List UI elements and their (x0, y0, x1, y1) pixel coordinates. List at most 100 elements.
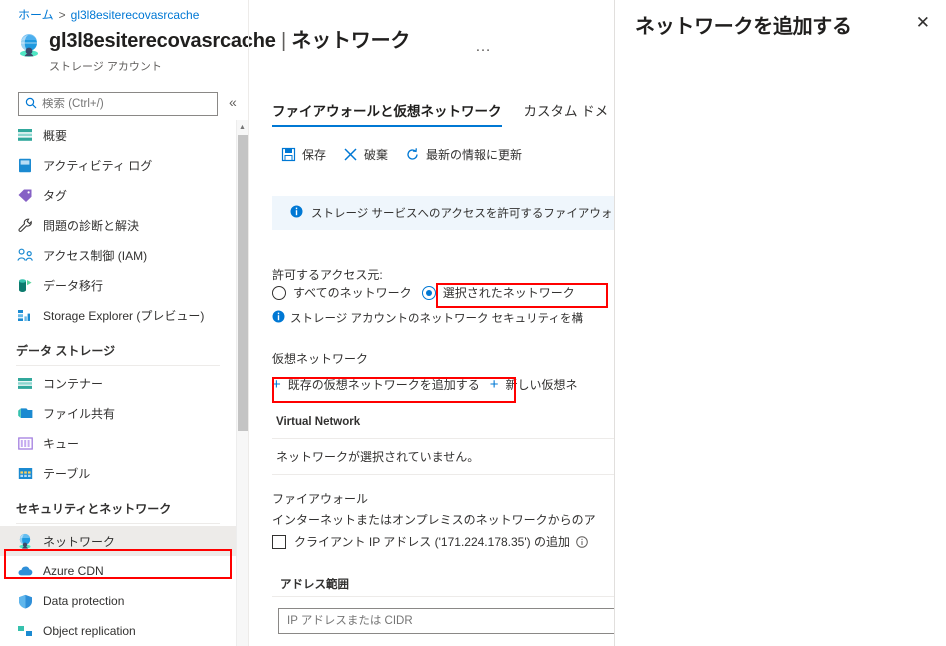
radio-circle-icon (272, 285, 286, 300)
sidebar-item-object-replication[interactable]: Object replication (0, 616, 236, 646)
sidebar-item-activity-log[interactable]: アクティビティ ログ (0, 150, 236, 180)
sidebar-item-label: Azure CDN (43, 564, 104, 578)
sidebar-item-data-migration[interactable]: データ移行 (0, 270, 236, 300)
table-empty-row: ネットワークが選択されていません。 (272, 439, 614, 475)
sidebar-item-shield[interactable]: Data protection (0, 586, 236, 616)
radio-selected-networks[interactable]: 選択されたネットワーク (421, 284, 575, 301)
sidebar-item-label: アクティビティ ログ (43, 158, 153, 173)
client-ip-checkbox-label: クライアント IP アドレス ('171.224.178.35') の追加 (294, 535, 570, 549)
sidebar-item-container[interactable]: コンテナー (0, 368, 236, 398)
access-control-icon (16, 247, 34, 263)
sidebar-group-header: セキュリティとネットワーク (16, 502, 172, 516)
scroll-up-arrow-icon[interactable]: ▲ (237, 120, 248, 134)
tab-custom-domain[interactable]: カスタム ドメ (524, 100, 609, 127)
activity-log-icon (16, 157, 34, 173)
column-header-virtual-network: Virtual Network (276, 416, 361, 428)
sidebar-item-access-control[interactable]: アクセス制御 (IAM) (0, 240, 236, 270)
nav-separator (248, 0, 249, 646)
object-replication-icon (16, 623, 34, 639)
data-migration-icon (16, 277, 34, 293)
breadcrumb-home-link[interactable]: ホーム (18, 8, 54, 22)
sidebar-item-queue[interactable]: キュー (0, 428, 236, 458)
sidebar-item-file-share[interactable]: ファイル共有 (0, 398, 236, 428)
radio-all-networks[interactable]: すべてのネットワーク (272, 284, 412, 301)
sidebar-scrollbar-thumb[interactable] (238, 135, 248, 431)
plus-icon: + (489, 376, 499, 393)
sidebar-item-label: コンテナー (43, 376, 104, 391)
sidebar-item-tag[interactable]: タグ (0, 180, 236, 210)
sidebar-item-cloud[interactable]: Azure CDN (0, 556, 236, 586)
firewall-section-label: ファイアウォール (272, 492, 369, 506)
virtual-network-section-label: 仮想ネットワーク (272, 352, 369, 366)
sidebar-item-label: Storage Explorer (プレビュー) (43, 308, 205, 323)
table-icon (16, 465, 34, 481)
sidebar-group-header: データ ストレージ (16, 344, 116, 358)
add-existing-virtual-network-button[interactable]: + 既存の仮想ネットワークを追加する (272, 376, 480, 393)
breadcrumb-resource-link[interactable]: gl3l8esiterecovasrcache (71, 8, 200, 22)
sidebar-item-table[interactable]: テーブル (0, 458, 236, 488)
ip-address-input-wrapper[interactable] (278, 608, 614, 634)
refresh-button[interactable]: 最新の情報に更新 (404, 146, 522, 163)
sidebar-item-overview[interactable]: 概要 (0, 120, 236, 150)
collapse-sidebar-button[interactable]: « (229, 94, 237, 110)
add-new-virtual-network-button[interactable]: + 新しい仮想ネ (490, 376, 578, 393)
info-icon (290, 205, 303, 221)
container-icon (16, 375, 34, 391)
save-button[interactable]: 保存 (280, 146, 326, 163)
command-bar: 保存 破棄 最新の情報に更新 (280, 146, 538, 163)
search-input[interactable] (42, 98, 202, 110)
panel-title: ネットワークを追加する (635, 16, 852, 38)
sidebar-item-networking[interactable]: ネットワーク (0, 526, 236, 556)
networking-icon (16, 533, 34, 549)
allowed-access-radio-group: すべてのネットワーク 選択されたネットワーク (272, 284, 585, 301)
resource-type-subtitle: ストレージ アカウント (49, 61, 162, 73)
sidebar-item-label: 概要 (43, 128, 68, 143)
discard-button[interactable]: 破棄 (342, 146, 388, 163)
main-blade: ホーム > gl3l8esiterecovasrcache gl3l8esitere… (0, 0, 614, 646)
address-range-header: アドレス範囲 (280, 579, 349, 591)
sidebar-item-wrench[interactable]: 問題の診断と解決 (0, 210, 236, 240)
sidebar-item-label: Data protection (43, 594, 125, 608)
sidebar-item-storage-explorer[interactable]: Storage Explorer (プレビュー) (0, 300, 236, 330)
sidebar-item-label: アクセス制御 (IAM) (43, 248, 148, 263)
sidebar-item-label: 問題の診断と解決 (43, 218, 140, 233)
allowed-access-label: 許可するアクセス元: (272, 268, 383, 282)
sidebar-item-label: データ移行 (43, 278, 104, 293)
info-banner: ストレージ サービスへのアクセスを許可するファイアウォ (272, 196, 614, 230)
discard-button-label: 破棄 (364, 148, 389, 162)
breadcrumb: ホーム > gl3l8esiterecovasrcache (18, 6, 199, 23)
tab-bar: ファイアウォールと仮想ネットワーク カスタム ドメ (272, 100, 614, 127)
search-box[interactable] (18, 92, 218, 116)
shield-icon (16, 593, 34, 609)
tag-icon (16, 187, 34, 203)
info-circle-icon[interactable] (576, 535, 588, 548)
sidebar-item-label: ネットワーク (43, 534, 116, 549)
virtual-network-table: Virtual Network ア ネットワークが選択されていません。 (272, 410, 614, 475)
address-range-divider (272, 596, 614, 597)
sidebar-item-label: キュー (43, 436, 80, 451)
add-existing-virtual-network-label: 既存の仮想ネットワークを追加する (287, 378, 480, 392)
sidebar-item-label: テーブル (43, 466, 91, 481)
search-icon (25, 97, 37, 112)
add-network-panel: ネットワークを追加する ✕ サブスクリプション* Azure Pass - Sp… (614, 0, 946, 646)
page-title-resource: gl3l8esiterecovasrcache (49, 30, 276, 52)
sidebar-divider (16, 523, 220, 524)
info-icon (272, 310, 285, 326)
tab-firewall-and-virtual-networks[interactable]: ファイアウォールと仮想ネットワーク (272, 100, 502, 127)
client-ip-checkbox[interactable] (272, 534, 286, 549)
sidebar-scrollbar[interactable]: ▲ (236, 120, 248, 646)
client-ip-checkbox-row: クライアント IP アドレス ('171.224.178.35') の追加 (272, 533, 588, 550)
close-icon[interactable]: ✕ (916, 14, 930, 31)
firewall-description: インターネットまたはオンプレミスのネットワークからのア (272, 513, 596, 527)
sidebar-item-label: ファイル共有 (43, 406, 116, 421)
cloud-icon (16, 563, 34, 579)
refresh-icon (404, 147, 420, 163)
sidebar-item-label: タグ (43, 188, 68, 203)
virtual-network-actions: + 既存の仮想ネットワークを追加する + 新しい仮想ネ (272, 376, 588, 393)
radio-all-networks-label: すべてのネットワーク (293, 286, 412, 300)
radio-circle-selected-icon (421, 285, 436, 300)
ip-address-input[interactable] (287, 615, 614, 627)
storage-account-icon (16, 32, 42, 58)
discard-icon (342, 147, 358, 163)
sidebar-nav: 概要アクティビティ ログ タグ問題の診断と解決 アクセス制御 (IAM) データ移行 S… (0, 120, 236, 646)
